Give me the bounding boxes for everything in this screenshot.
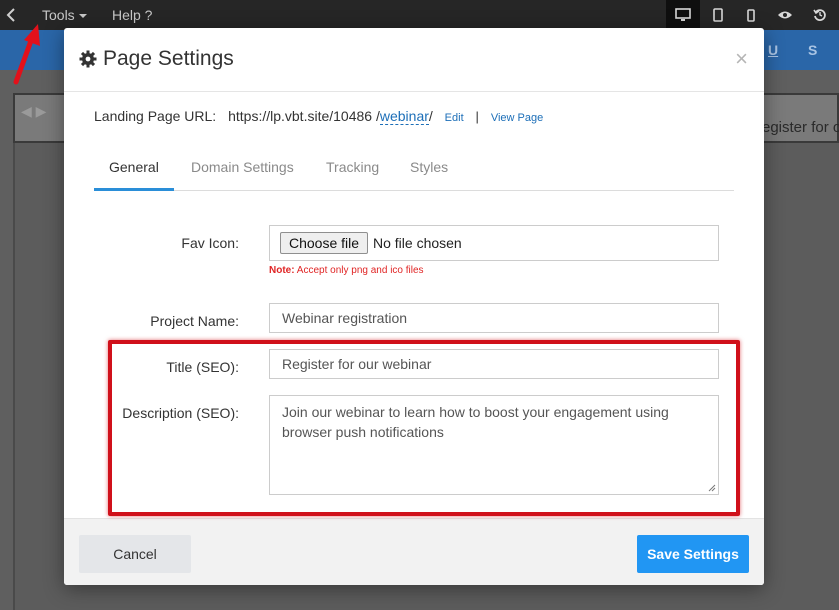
fav-icon-label: Fav Icon: <box>181 235 239 251</box>
settings-tabs: General Domain Settings Tracking Styles <box>94 153 734 191</box>
tab-tracking[interactable]: Tracking <box>326 159 379 175</box>
nav-arrows-icon: ◀ ▶ <box>21 103 47 119</box>
preview-button[interactable] <box>768 0 802 30</box>
project-name-label: Project Name: <box>150 313 239 329</box>
strikethrough-button[interactable]: S <box>808 42 817 58</box>
mobile-view-button[interactable] <box>734 0 768 30</box>
tools-menu[interactable]: Tools <box>42 0 87 30</box>
tablet-icon <box>713 8 723 22</box>
modal-header: Page Settings × <box>64 28 764 92</box>
url-label: Landing Page URL: <box>94 108 217 124</box>
edit-url-link[interactable]: Edit <box>445 112 464 124</box>
modal-title: Page Settings <box>79 47 234 71</box>
file-status-text: No file chosen <box>373 235 462 251</box>
url-base: https://lp.vbt.site/10486 / <box>228 108 380 124</box>
cancel-button[interactable]: Cancel <box>79 535 191 573</box>
eye-icon <box>778 11 792 19</box>
project-name-input[interactable]: Webinar registration <box>269 303 719 333</box>
active-tab-indicator <box>94 188 174 191</box>
landing-page-url-row: Landing Page URL: https://lp.vbt.site/10… <box>94 108 543 125</box>
close-icon[interactable]: × <box>735 48 748 70</box>
tab-styles[interactable]: Styles <box>410 159 448 175</box>
tab-domain-settings[interactable]: Domain Settings <box>191 159 294 175</box>
underline-button[interactable]: U <box>768 42 778 58</box>
top-toolbar: Tools Help ? <box>0 0 839 30</box>
help-menu[interactable]: Help ? <box>112 0 152 30</box>
history-button[interactable] <box>803 0 837 30</box>
background-heading-text: egister for o <box>762 119 839 136</box>
modal-footer: Cancel Save Settings <box>64 518 764 585</box>
seo-highlight-box <box>108 340 740 516</box>
red-arrow-annotation <box>13 24 40 85</box>
mobile-icon <box>747 8 755 22</box>
tab-general[interactable]: General <box>109 159 159 175</box>
history-icon <box>813 9 826 21</box>
url-trailing: / <box>428 108 433 124</box>
view-page-link[interactable]: View Page <box>491 112 543 124</box>
choose-file-button[interactable]: Choose file <box>280 232 369 254</box>
desktop-view-button[interactable] <box>666 0 700 30</box>
url-slug[interactable]: webinar <box>379 108 429 125</box>
fav-icon-note: Note: Accept only png and ico files <box>269 265 424 276</box>
save-settings-button[interactable]: Save Settings <box>637 535 749 573</box>
caret-down-icon <box>78 14 87 19</box>
note-prefix: Note: <box>269 265 295 276</box>
modal-title-text: Page Settings <box>103 47 234 70</box>
tools-menu-label: Tools <box>42 7 75 23</box>
desktop-icon <box>675 8 691 21</box>
fav-icon-file-input[interactable]: Choose file No file chosen <box>269 225 719 261</box>
tablet-view-button[interactable] <box>701 0 735 30</box>
link-separator: | <box>475 109 479 124</box>
gear-icon <box>79 50 97 68</box>
